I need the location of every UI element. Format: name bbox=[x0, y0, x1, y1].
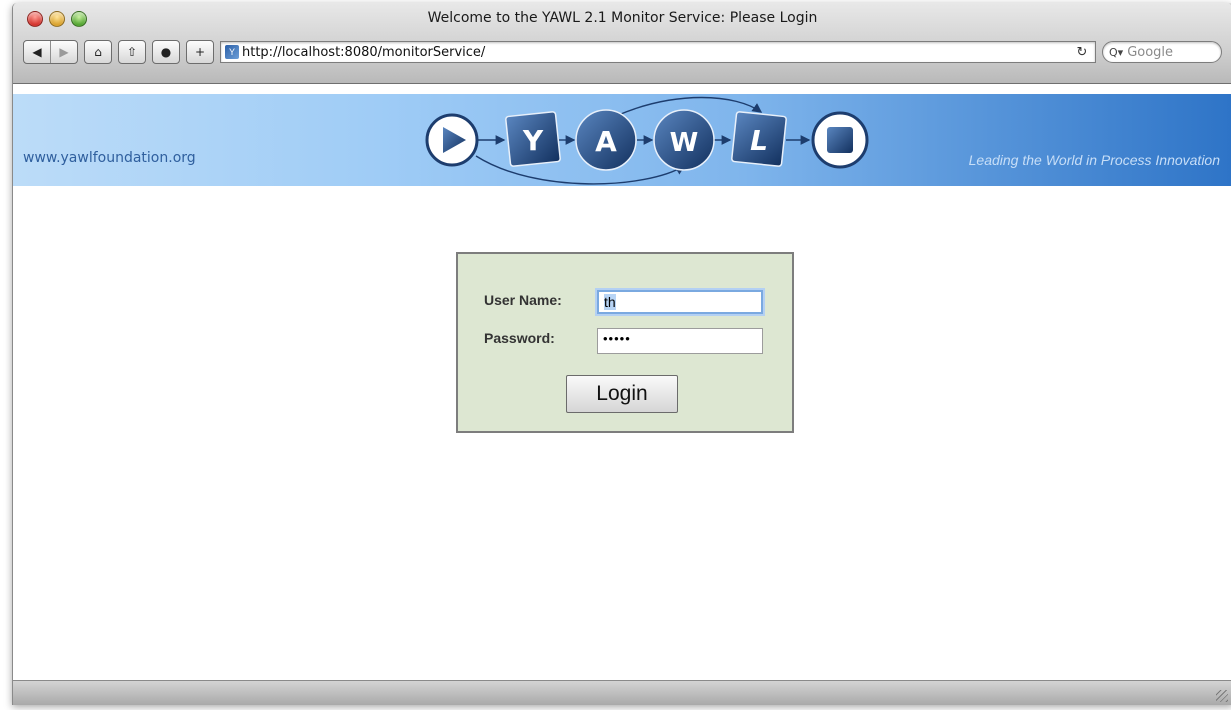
yawl-banner: www.yawlfoundation.org Y A W L Leading t… bbox=[13, 94, 1231, 186]
back-icon: ◀ bbox=[32, 45, 42, 59]
username-label: User Name: bbox=[484, 292, 562, 308]
logo-letter-a: A bbox=[595, 125, 617, 158]
logo-a-node: A bbox=[575, 109, 637, 171]
forward-icon: ▶ bbox=[59, 45, 69, 59]
forward-button[interactable]: ▶ bbox=[50, 41, 77, 63]
home-button[interactable]: ⌂ bbox=[85, 41, 111, 63]
resize-grip-icon[interactable] bbox=[1216, 690, 1228, 702]
logo-letter-w: W bbox=[670, 128, 699, 158]
reload-icon[interactable]: ↻ bbox=[1073, 45, 1091, 60]
home-group: ⌂ bbox=[84, 40, 112, 64]
add-group: + bbox=[186, 40, 214, 64]
username-value: th bbox=[604, 294, 616, 310]
home-icon: ⌂ bbox=[94, 45, 102, 59]
logo-letter-y: Y bbox=[522, 124, 544, 157]
back-button[interactable]: ◀ bbox=[24, 41, 50, 63]
search-placeholder: Google bbox=[1127, 44, 1174, 60]
logo-letter-l: L bbox=[750, 124, 768, 157]
favicon-icon: Y bbox=[225, 45, 239, 59]
nav-buttons: ◀ ▶ bbox=[23, 40, 78, 64]
start-node-icon bbox=[425, 113, 479, 167]
logo-l-node: L bbox=[731, 111, 787, 167]
site-link[interactable]: www.yawlfoundation.org bbox=[23, 150, 196, 166]
bookmarks-group: ⇧ bbox=[118, 40, 146, 64]
banner-tagline: Leading the World in Process Innovation bbox=[968, 152, 1220, 168]
downloads-button[interactable]: ● bbox=[153, 41, 179, 63]
username-input[interactable]: th bbox=[597, 290, 763, 314]
password-label: Password: bbox=[484, 330, 555, 346]
logo-w-node: W bbox=[653, 109, 715, 171]
window-title: Welcome to the YAWL 2.1 Monitor Service:… bbox=[427, 10, 818, 26]
end-node-icon bbox=[811, 111, 869, 169]
bookmark-button[interactable]: ⇧ bbox=[119, 41, 145, 63]
plus-icon: + bbox=[194, 45, 206, 59]
logo-y-node: Y bbox=[505, 111, 561, 167]
add-bookmark-button[interactable]: + bbox=[187, 41, 213, 63]
title-bar: Welcome to the YAWL 2.1 Monitor Service:… bbox=[13, 3, 1231, 84]
browser-toolbar: ◀ ▶ ⌂ ⇧ ● + Y ↻ Q▾ Google bbox=[23, 39, 1222, 65]
download-icon: ● bbox=[160, 45, 172, 59]
bookmark-icon: ⇧ bbox=[126, 45, 138, 59]
downloads-group: ● bbox=[152, 40, 180, 64]
url-input[interactable] bbox=[242, 44, 1073, 60]
status-bar bbox=[13, 680, 1231, 705]
search-icon: Q▾ bbox=[1109, 45, 1124, 59]
page-content: www.yawlfoundation.org Y A W L Leading t… bbox=[13, 84, 1231, 681]
password-input[interactable]: ••••• bbox=[597, 328, 763, 354]
login-button[interactable]: Login bbox=[566, 375, 678, 413]
browser-window: Welcome to the YAWL 2.1 Monitor Service:… bbox=[12, 3, 1231, 705]
yawl-logo: Y A W L bbox=[425, 96, 869, 185]
password-value: ••••• bbox=[603, 331, 631, 346]
address-bar[interactable]: Y ↻ bbox=[220, 41, 1096, 63]
login-panel: User Name: th Password: ••••• Login bbox=[456, 252, 794, 433]
search-box[interactable]: Q▾ Google bbox=[1102, 41, 1222, 63]
